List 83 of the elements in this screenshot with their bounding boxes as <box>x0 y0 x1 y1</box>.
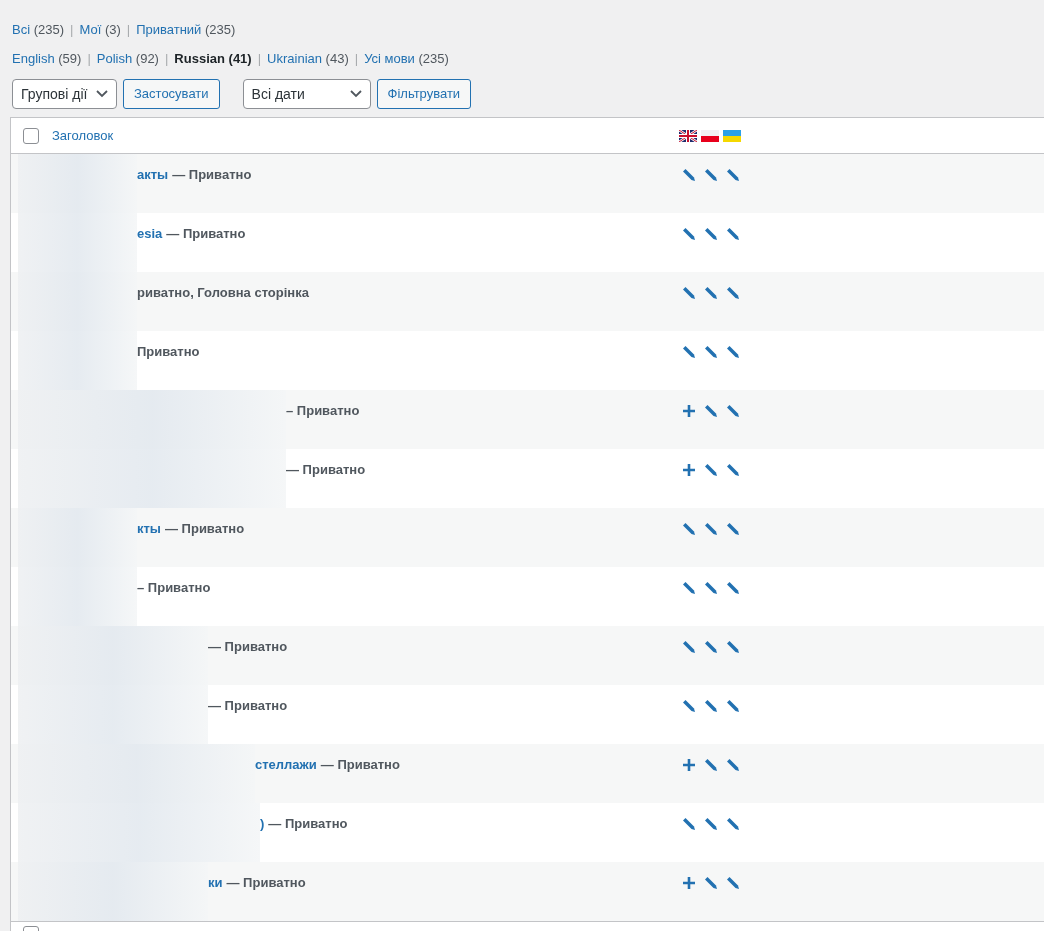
pencil-icon[interactable] <box>704 758 718 772</box>
filter-link[interactable]: Приватний (235) <box>136 20 236 40</box>
flag-icon <box>723 129 741 142</box>
plus-icon[interactable] <box>682 876 696 890</box>
filter-link[interactable]: Мої (3) <box>79 20 121 40</box>
separator: | <box>69 21 75 39</box>
pencil-icon[interactable] <box>726 817 740 831</box>
pencil-icon[interactable] <box>682 522 696 536</box>
post-state: — Приватно <box>208 638 288 656</box>
post-state: риватно, Головна сторінка <box>137 284 309 302</box>
post-state: — Приватно <box>208 697 288 715</box>
filter-link[interactable]: Ukrainian (43) <box>267 48 349 68</box>
pencil-icon[interactable] <box>704 404 718 418</box>
pencil-icon[interactable] <box>682 227 696 241</box>
post-state: — Приватно <box>226 874 306 892</box>
pencil-icon[interactable] <box>682 345 696 359</box>
pencil-icon[interactable] <box>726 463 740 477</box>
pencil-icon[interactable] <box>704 581 718 595</box>
pencil-icon[interactable] <box>682 168 696 182</box>
pencil-icon[interactable] <box>704 227 718 241</box>
separator: | <box>256 49 263 68</box>
post-state: — Приватно <box>320 756 400 774</box>
column-header-link[interactable]: Заголовок <box>52 125 679 146</box>
post-state: – Приватно <box>137 579 211 597</box>
pencil-icon[interactable] <box>704 168 718 182</box>
post-state: — Приватно <box>165 520 245 538</box>
pencil-icon[interactable] <box>704 286 718 300</box>
filter-link[interactable]: Polish (92) <box>96 48 159 68</box>
separator: | <box>86 49 92 68</box>
select-field[interactable]: Всі дати <box>242 79 371 109</box>
pencil-icon[interactable] <box>726 168 740 182</box>
page-title-link[interactable]: ) <box>260 814 265 834</box>
pencil-icon[interactable] <box>704 817 718 831</box>
plus-icon[interactable] <box>682 463 696 477</box>
post-state: — Приватно <box>172 166 252 184</box>
filter-link[interactable]: Всі (235) <box>12 20 65 40</box>
separator: | <box>163 49 170 68</box>
flag-icon <box>679 129 697 142</box>
post-state: Приватно <box>137 343 200 361</box>
post-state: — Приватно <box>268 815 348 833</box>
pencil-icon[interactable] <box>682 817 696 831</box>
page-title-link[interactable]: акты <box>137 165 169 185</box>
pencil-icon[interactable] <box>726 640 740 654</box>
pencil-icon[interactable] <box>704 640 718 654</box>
separator: | <box>125 21 132 39</box>
pencil-icon[interactable] <box>726 227 740 241</box>
pencil-icon[interactable] <box>682 699 696 713</box>
action-button[interactable]: Застосувати <box>123 79 220 109</box>
plus-icon[interactable] <box>682 404 696 418</box>
plus-icon[interactable] <box>682 758 696 772</box>
filter-link[interactable]: Russian (41) <box>174 48 252 68</box>
pencil-icon[interactable] <box>726 345 740 359</box>
page-title-link[interactable]: стеллажи <box>255 755 317 775</box>
flag-icon <box>701 129 719 142</box>
pencil-icon[interactable] <box>726 758 740 772</box>
filter-link[interactable]: Усі мови (235) <box>364 48 449 68</box>
pencil-icon[interactable] <box>726 286 740 300</box>
separator: | <box>353 49 360 68</box>
chevron-down-icon <box>96 90 108 98</box>
pencil-icon[interactable] <box>726 581 740 595</box>
pencil-icon[interactable] <box>704 522 718 536</box>
pencil-icon[interactable] <box>726 404 740 418</box>
pencil-icon[interactable] <box>704 463 718 477</box>
checkbox[interactable] <box>23 127 39 144</box>
pencil-icon[interactable] <box>726 876 740 890</box>
chevron-down-icon <box>349 90 362 98</box>
post-state: — Приватно <box>286 461 366 479</box>
pencil-icon[interactable] <box>704 699 718 713</box>
post-state: — Приватно <box>166 225 246 243</box>
pencil-icon[interactable] <box>726 522 740 536</box>
filter-link[interactable]: English (59) <box>12 48 82 68</box>
pencil-icon[interactable] <box>682 286 696 300</box>
post-state: – Приватно <box>286 402 360 420</box>
page-title-link[interactable]: ки <box>208 873 223 893</box>
pencil-icon[interactable] <box>704 345 718 359</box>
pencil-icon[interactable] <box>704 876 718 890</box>
pencil-icon[interactable] <box>682 640 696 654</box>
page-title-link[interactable]: esia <box>137 224 163 244</box>
pencil-icon[interactable] <box>726 699 740 713</box>
select-field[interactable]: Групові дії <box>12 79 117 109</box>
pencil-icon[interactable] <box>682 581 696 595</box>
page-title-link[interactable]: кты <box>137 519 161 539</box>
action-button[interactable]: Фільтрувати <box>376 79 472 109</box>
